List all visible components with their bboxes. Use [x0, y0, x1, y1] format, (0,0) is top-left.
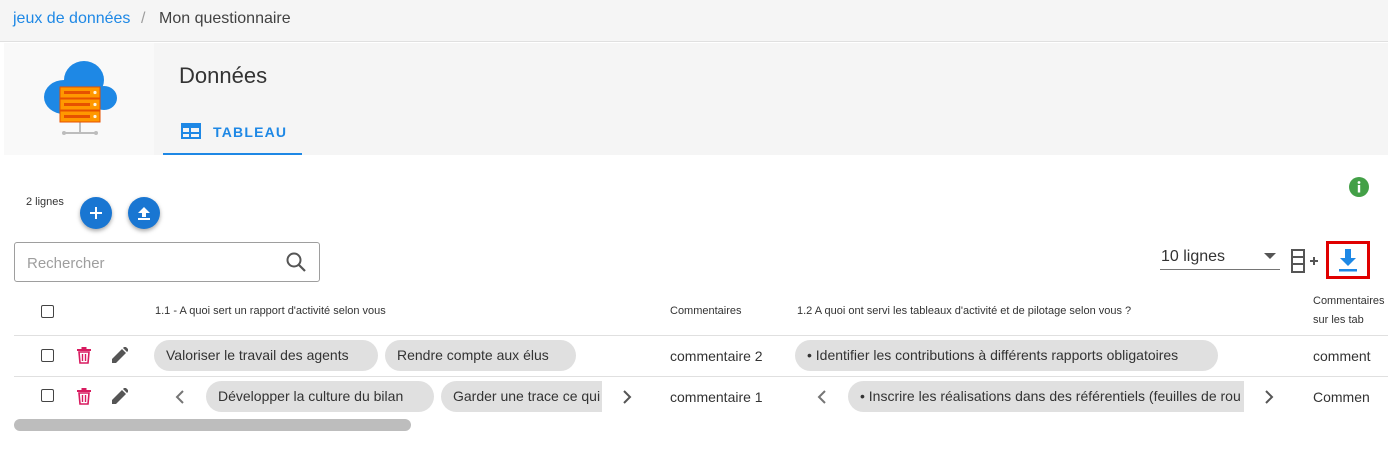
- cell-comment-2-wrap: comment: [1313, 340, 1388, 372]
- cell-comment-2: comment: [1313, 348, 1371, 364]
- trash-icon[interactable]: [77, 347, 91, 364]
- cell-comment-2-wrap: Commen: [1313, 381, 1388, 413]
- chevron-left-icon[interactable]: [817, 390, 826, 404]
- column-header-comments-2-wrap: Commentaires sur les tab: [1313, 295, 1388, 331]
- breadcrumb-link-datasets[interactable]: jeux de données: [13, 10, 130, 28]
- row-divider: [14, 335, 1388, 336]
- column-header-comments-2-line2: sur les tab: [1313, 314, 1364, 326]
- horizontal-scrollbar-thumb[interactable]: [14, 419, 411, 431]
- cloud-server-icon: [44, 61, 117, 135]
- plus-icon: [90, 207, 102, 219]
- page-title: Données: [179, 63, 268, 88]
- chip-q11: Valoriser le travail des agents: [154, 340, 378, 371]
- chevron-right-icon[interactable]: [623, 390, 632, 404]
- cell-comment-2: Commen: [1313, 389, 1370, 405]
- chip-q11: Développer la culture du bilan: [206, 381, 434, 412]
- search-icon[interactable]: [285, 251, 307, 273]
- cell-comment-1: commentaire 1: [670, 389, 763, 405]
- column-header-comments-2[interactable]: Commentaires: [1313, 295, 1385, 307]
- horizontal-scrollbar[interactable]: [14, 419, 412, 431]
- column-header-q12[interactable]: 1.2 A quoi ont servi les tableaux d'acti…: [797, 305, 1131, 317]
- pencil-icon[interactable]: [112, 388, 128, 404]
- column-header-q11[interactable]: 1.1 - A quoi sert un rapport d'activité …: [155, 305, 386, 317]
- row-checkbox[interactable]: [41, 389, 54, 402]
- cell-comment-1: commentaire 2: [670, 348, 763, 364]
- chips-scroll-q12: • Inscrire les réalisations dans des réf…: [848, 381, 1244, 413]
- chip-q12: • Identifier les contributions à différe…: [795, 340, 1218, 371]
- rows-per-page-value: 10 lignes: [1161, 248, 1226, 265]
- chevron-right-icon[interactable]: [1265, 390, 1274, 404]
- download-icon: [1339, 249, 1357, 272]
- chips-scroll-q11: Développer la culture du bilan Garder un…: [206, 381, 602, 413]
- pencil-icon[interactable]: [112, 347, 128, 363]
- table-icon: [181, 123, 201, 139]
- row-divider: [14, 376, 1388, 377]
- logo: [4, 43, 154, 155]
- chevron-down-icon: [1264, 253, 1276, 259]
- upload-icon: [138, 206, 150, 220]
- add-row-button[interactable]: [80, 197, 112, 229]
- search-input[interactable]: [25, 251, 279, 275]
- breadcrumb: jeux de données / Mon questionnaire: [0, 0, 1388, 42]
- trash-icon[interactable]: [77, 388, 91, 405]
- page-header: Données TABLEAU: [4, 43, 1388, 155]
- rows-per-page-select[interactable]: 10 lignes: [1160, 247, 1280, 270]
- add-column-icon[interactable]: [1291, 249, 1319, 273]
- column-header-comments-1[interactable]: Commentaires: [670, 305, 742, 317]
- info-icon[interactable]: [1349, 177, 1369, 197]
- rows-count: 2 lignes: [26, 196, 64, 208]
- chip-q11: Rendre compte aux élus: [385, 340, 576, 371]
- upload-button[interactable]: [128, 197, 160, 229]
- chip-q11: Garder une trace ce qui: [441, 381, 602, 412]
- tab-tableau[interactable]: TABLEAU: [163, 109, 302, 155]
- row-checkbox[interactable]: [41, 349, 54, 362]
- chevron-left-icon[interactable]: [175, 390, 184, 404]
- tab-label: TABLEAU: [213, 124, 288, 140]
- search-field[interactable]: [14, 242, 320, 282]
- chip-q12: • Inscrire les réalisations dans des réf…: [848, 381, 1244, 412]
- download-button[interactable]: [1326, 241, 1370, 279]
- breadcrumb-separator: /: [141, 10, 146, 27]
- select-all-checkbox[interactable]: [41, 305, 54, 318]
- breadcrumb-current: Mon questionnaire: [159, 10, 291, 27]
